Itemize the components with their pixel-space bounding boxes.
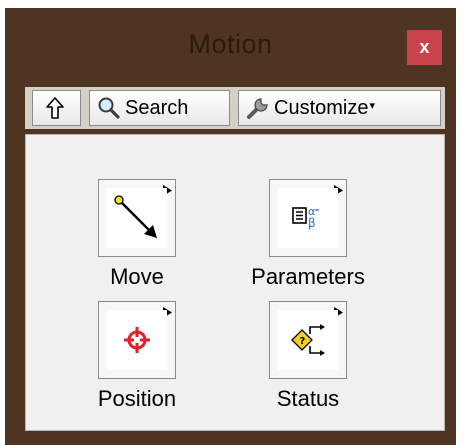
close-button[interactable]: x [407,30,442,65]
palette-toolbar: Search Customize ▾ [25,87,445,129]
close-icon: x [419,37,430,57]
vi-icon-button[interactable] [98,301,176,379]
palette-item-status[interactable]: ? Status [248,301,368,411]
vi-icon-button[interactable] [98,179,176,257]
palette-content: Move α β Parameters Position ? Status [25,134,445,431]
customize-button-label: Customize [274,96,369,119]
up-level-button[interactable] [32,90,81,126]
wrench-icon [246,96,270,120]
search-icon [97,96,121,120]
svg-text:?: ? [300,336,306,347]
up-arrow-icon [45,96,65,120]
status-diamond-icon: ? [278,310,338,370]
move-arrow-icon [107,188,167,248]
vi-icon-button[interactable]: ? [269,301,347,379]
search-button-label: Search [125,96,189,119]
palette-item-label: Move [110,264,164,289]
window-title: Motion [188,29,273,59]
palette-item-label: Parameters [251,264,365,289]
palette-item-parameters[interactable]: α β Parameters [248,179,368,289]
palette-item-label: Position [97,386,177,411]
position-crosshair-icon [107,310,167,370]
motion-palette-window: Motion x Search Customize ▾ Move α β Par… [5,8,456,445]
vi-icon-button[interactable]: α β [269,179,347,257]
search-button[interactable]: Search [89,90,230,126]
palette-item-position[interactable]: Position [77,301,197,411]
parameters-icon: α β [278,188,338,248]
svg-text:β: β [308,216,316,230]
customize-button[interactable]: Customize ▾ [238,90,441,126]
palette-item-label: Status [276,386,340,411]
chevron-down-icon: ▾ [369,99,376,112]
palette-item-move[interactable]: Move [77,179,197,289]
